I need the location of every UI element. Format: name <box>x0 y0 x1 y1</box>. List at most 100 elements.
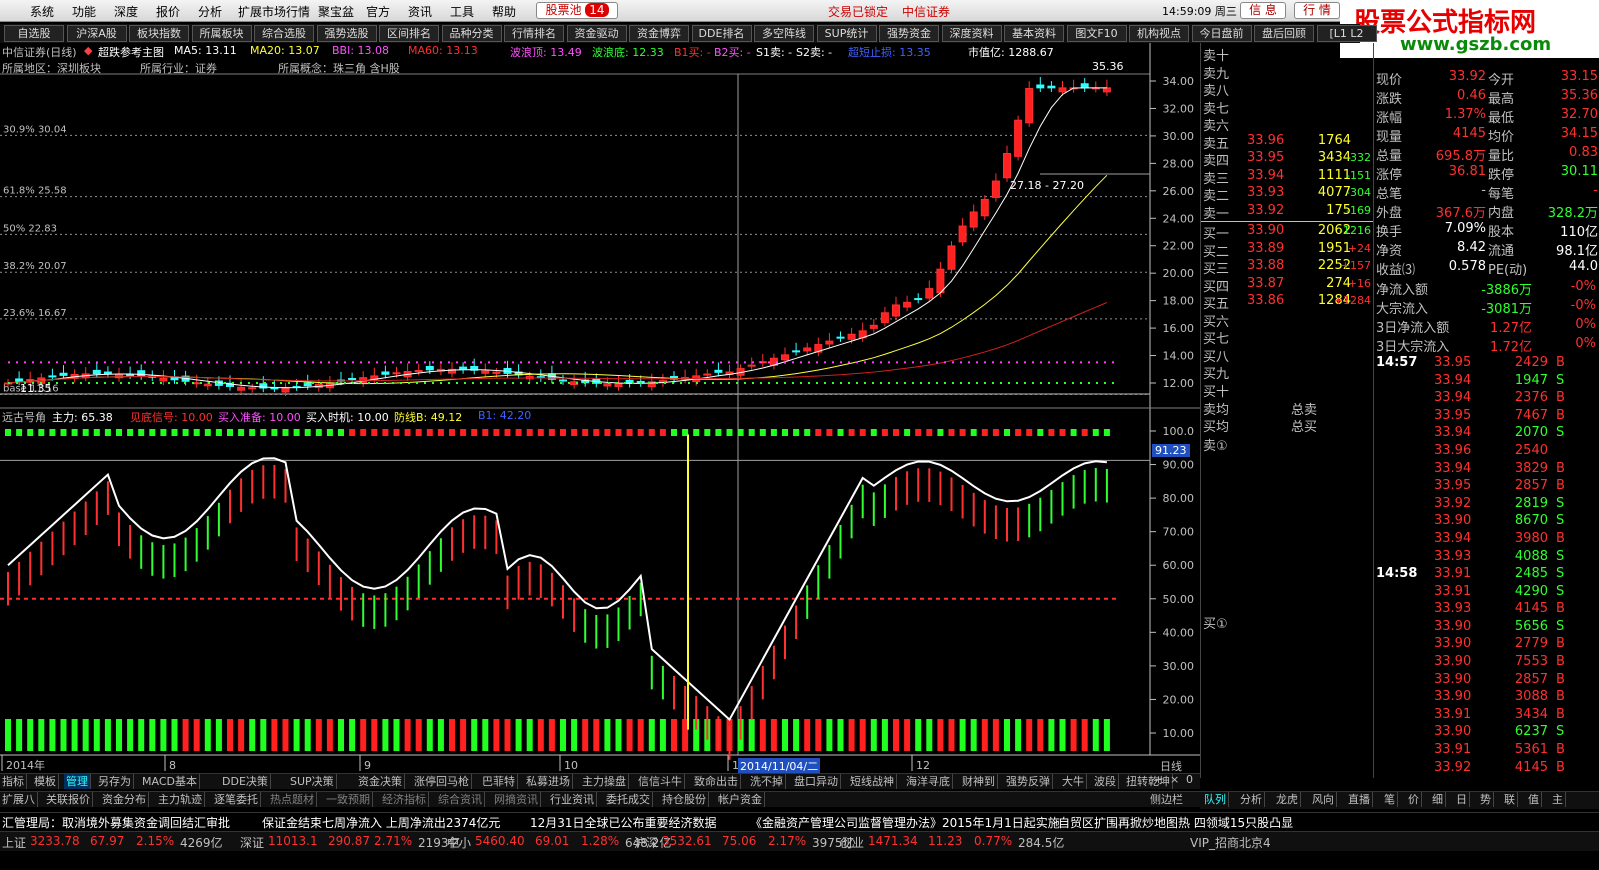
panel-tab[interactable]: 笔 <box>1382 792 1398 807</box>
menu-item[interactable]: 官方 <box>366 3 390 20</box>
panel-tab[interactable]: 直播 <box>1346 792 1373 807</box>
panel-tab[interactable]: 分析 <box>1238 792 1265 807</box>
tab-indicator[interactable]: 私募进场 <box>524 774 573 789</box>
tab-indicator[interactable]: 盘口异动 <box>792 774 841 789</box>
tab-indicator[interactable]: DDE决策 <box>220 774 271 789</box>
toolbar-button[interactable]: 深度资料 <box>941 25 1002 42</box>
panel-tab[interactable]: 联 <box>1502 792 1518 807</box>
tab-extension[interactable]: 综合资讯 <box>436 792 485 807</box>
toolbar-button[interactable]: 资金驱动 <box>566 25 627 42</box>
news-item[interactable]: 自贸区扩围再掀炒地图热 四领域15只股凸显 <box>1058 814 1293 831</box>
toolbar-button[interactable]: 综合选股 <box>254 25 314 42</box>
tab-indicator[interactable]: 洗不掉 <box>748 774 786 789</box>
tab-extension[interactable]: 持仓股份 <box>660 792 709 807</box>
toolbar-button[interactable]: 强势资金 <box>879 25 939 42</box>
tab-extension[interactable]: 扩展八 <box>0 792 38 807</box>
tab-indicator[interactable]: 模板 <box>32 774 59 789</box>
index-name[interactable]: 沪深 <box>634 834 658 851</box>
tab-indicator[interactable]: 财神到 <box>960 774 998 789</box>
period-label[interactable]: 日线 <box>1160 758 1182 774</box>
menu-item[interactable]: 报价 <box>156 3 180 20</box>
toolbar-button[interactable]: 资金博弈 <box>629 25 689 42</box>
panel-tab[interactable]: 日 <box>1454 792 1470 807</box>
toolbar-button[interactable]: 盘后回顾 <box>1254 25 1314 42</box>
tab-scroll[interactable]: + × 0 <box>1150 773 1200 789</box>
menu-item[interactable]: 帮助 <box>492 3 516 20</box>
index-name[interactable]: 上证 <box>2 834 26 851</box>
tab-extension[interactable]: 资金分布 <box>100 792 149 807</box>
toolbar-button[interactable]: 多空阵线 <box>754 25 814 42</box>
news-item[interactable]: 汇管理局：取消境外募集资金调回结汇审批 <box>2 814 230 831</box>
tab-indicator[interactable]: MACD基本 <box>140 774 200 789</box>
buy-queue-label[interactable]: 买① <box>1203 613 1228 632</box>
tab-extension[interactable]: 主力轨迹 <box>156 792 205 807</box>
tab-indicator[interactable]: 强势反弹 <box>1004 774 1053 789</box>
toolbar-button[interactable]: 强势选股 <box>316 25 377 42</box>
toolbar-button[interactable]: 板块指数 <box>129 25 189 42</box>
news-item[interactable]: 12月31日全球已公布重要经济数据 <box>530 814 717 831</box>
menu-item[interactable]: 聚宝盆 <box>318 3 354 20</box>
news-item[interactable]: 保证金结束七周净流入 上周净流出2374亿元 <box>262 814 500 831</box>
index-name[interactable]: 中小 <box>447 834 471 851</box>
panel-tab[interactable]: 风向 <box>1310 792 1337 807</box>
tab-extension[interactable]: 关联报价 <box>44 792 93 807</box>
toolbar-button[interactable]: [L1 L2 <box>1316 25 1377 42</box>
toolbar-button[interactable]: 基本资料 <box>1004 25 1064 42</box>
tab-indicator[interactable]: SUP决策 <box>288 774 337 789</box>
tab-extension[interactable]: 热点题材 <box>268 792 317 807</box>
toolbar-button[interactable]: 品种分类 <box>441 25 502 42</box>
toolbar-button[interactable]: 区间排名 <box>379 25 439 42</box>
toolbar-button[interactable]: SUP统计 <box>816 25 877 42</box>
menu-item[interactable]: 工具 <box>450 3 474 20</box>
tab-indicator[interactable]: 资金决策 <box>356 774 405 789</box>
news-item[interactable]: 《金融资产管理公司监督管理办法》2015年1月1日起实施 <box>750 814 1060 831</box>
tab-indicator[interactable]: 涨停回马枪 <box>412 774 472 789</box>
tab-extension[interactable]: 委托成交 <box>604 792 653 807</box>
tab-indicator[interactable]: 另存为 <box>96 774 134 789</box>
tab-indicator[interactable]: 致命出击 <box>692 774 741 789</box>
toolbar-button[interactable]: DDE排名 <box>691 25 752 42</box>
tab-extension[interactable]: 网摘资讯 <box>492 792 541 807</box>
tab-extension[interactable]: 帐户资金 <box>716 792 765 807</box>
tab-indicator[interactable]: 主力操盘 <box>580 774 629 789</box>
menu-item[interactable]: 资讯 <box>408 3 432 20</box>
vip-account[interactable]: VIP_招商北京4 <box>1190 834 1271 851</box>
index-name[interactable]: 创业 <box>840 834 864 851</box>
tab-indicator[interactable]: 波段 <box>1092 774 1119 789</box>
toolbar-button[interactable]: 今日盘前 <box>1191 25 1252 42</box>
tab-extension[interactable]: 一致预期 <box>324 792 373 807</box>
menu-item[interactable]: 深度 <box>114 3 138 20</box>
tab-indicator[interactable]: 指标 <box>0 774 27 789</box>
tab-extension[interactable]: 经济指标 <box>380 792 429 807</box>
tab-indicator[interactable]: 海洋寻底 <box>904 774 953 789</box>
tab-indicator[interactable]: 管理 <box>64 774 91 789</box>
tab-extension[interactable]: 行业资讯 <box>548 792 597 807</box>
panel-tab[interactable]: 细 <box>1430 792 1446 807</box>
tab-indicator[interactable]: 大牛 <box>1060 774 1087 789</box>
tab-indicator[interactable]: 信信斗牛 <box>636 774 685 789</box>
sidebar-toggle[interactable]: 侧边栏 <box>1150 791 1200 807</box>
toolbar-button[interactable]: 自选股 <box>4 25 64 42</box>
toolbar-button[interactable]: 所属板块 <box>191 25 252 42</box>
info-button[interactable]: 信 息 <box>1240 2 1286 19</box>
panel-tab[interactable]: 队列 <box>1202 792 1229 807</box>
menu-item[interactable]: 系统 <box>30 3 54 20</box>
quote-button[interactable]: 行 情 <box>1294 2 1340 19</box>
panel-tab[interactable]: 龙虎 <box>1274 792 1301 807</box>
toolbar-button[interactable]: 图文F10 <box>1066 25 1127 42</box>
menu-item[interactable]: 功能 <box>72 3 96 20</box>
toolbar-button[interactable]: 沪深A股 <box>66 25 127 42</box>
index-name[interactable]: 深证 <box>240 834 264 851</box>
toolbar-button[interactable]: 行情排名 <box>504 25 564 42</box>
panel-tab[interactable]: 主 <box>1550 792 1566 807</box>
tab-indicator[interactable]: 巴菲特 <box>480 774 518 789</box>
sell-queue-label[interactable]: 卖① <box>1203 435 1228 454</box>
tab-indicator[interactable]: 短线战神 <box>848 774 897 789</box>
panel-tab[interactable]: 值 <box>1526 792 1542 807</box>
toolbar-button[interactable]: 机构视点 <box>1129 25 1189 42</box>
menu-item[interactable]: 扩展市场行情 <box>238 3 310 20</box>
panel-tab[interactable]: 势 <box>1478 792 1494 807</box>
tab-extension[interactable]: 逐笔委托 <box>212 792 261 807</box>
price-chart[interactable]: 34.00 32.00 30.00 28.00 26.00 24.00 22.00 20.00… <box>0 43 1200 773</box>
menu-item[interactable]: 分析 <box>198 3 222 20</box>
